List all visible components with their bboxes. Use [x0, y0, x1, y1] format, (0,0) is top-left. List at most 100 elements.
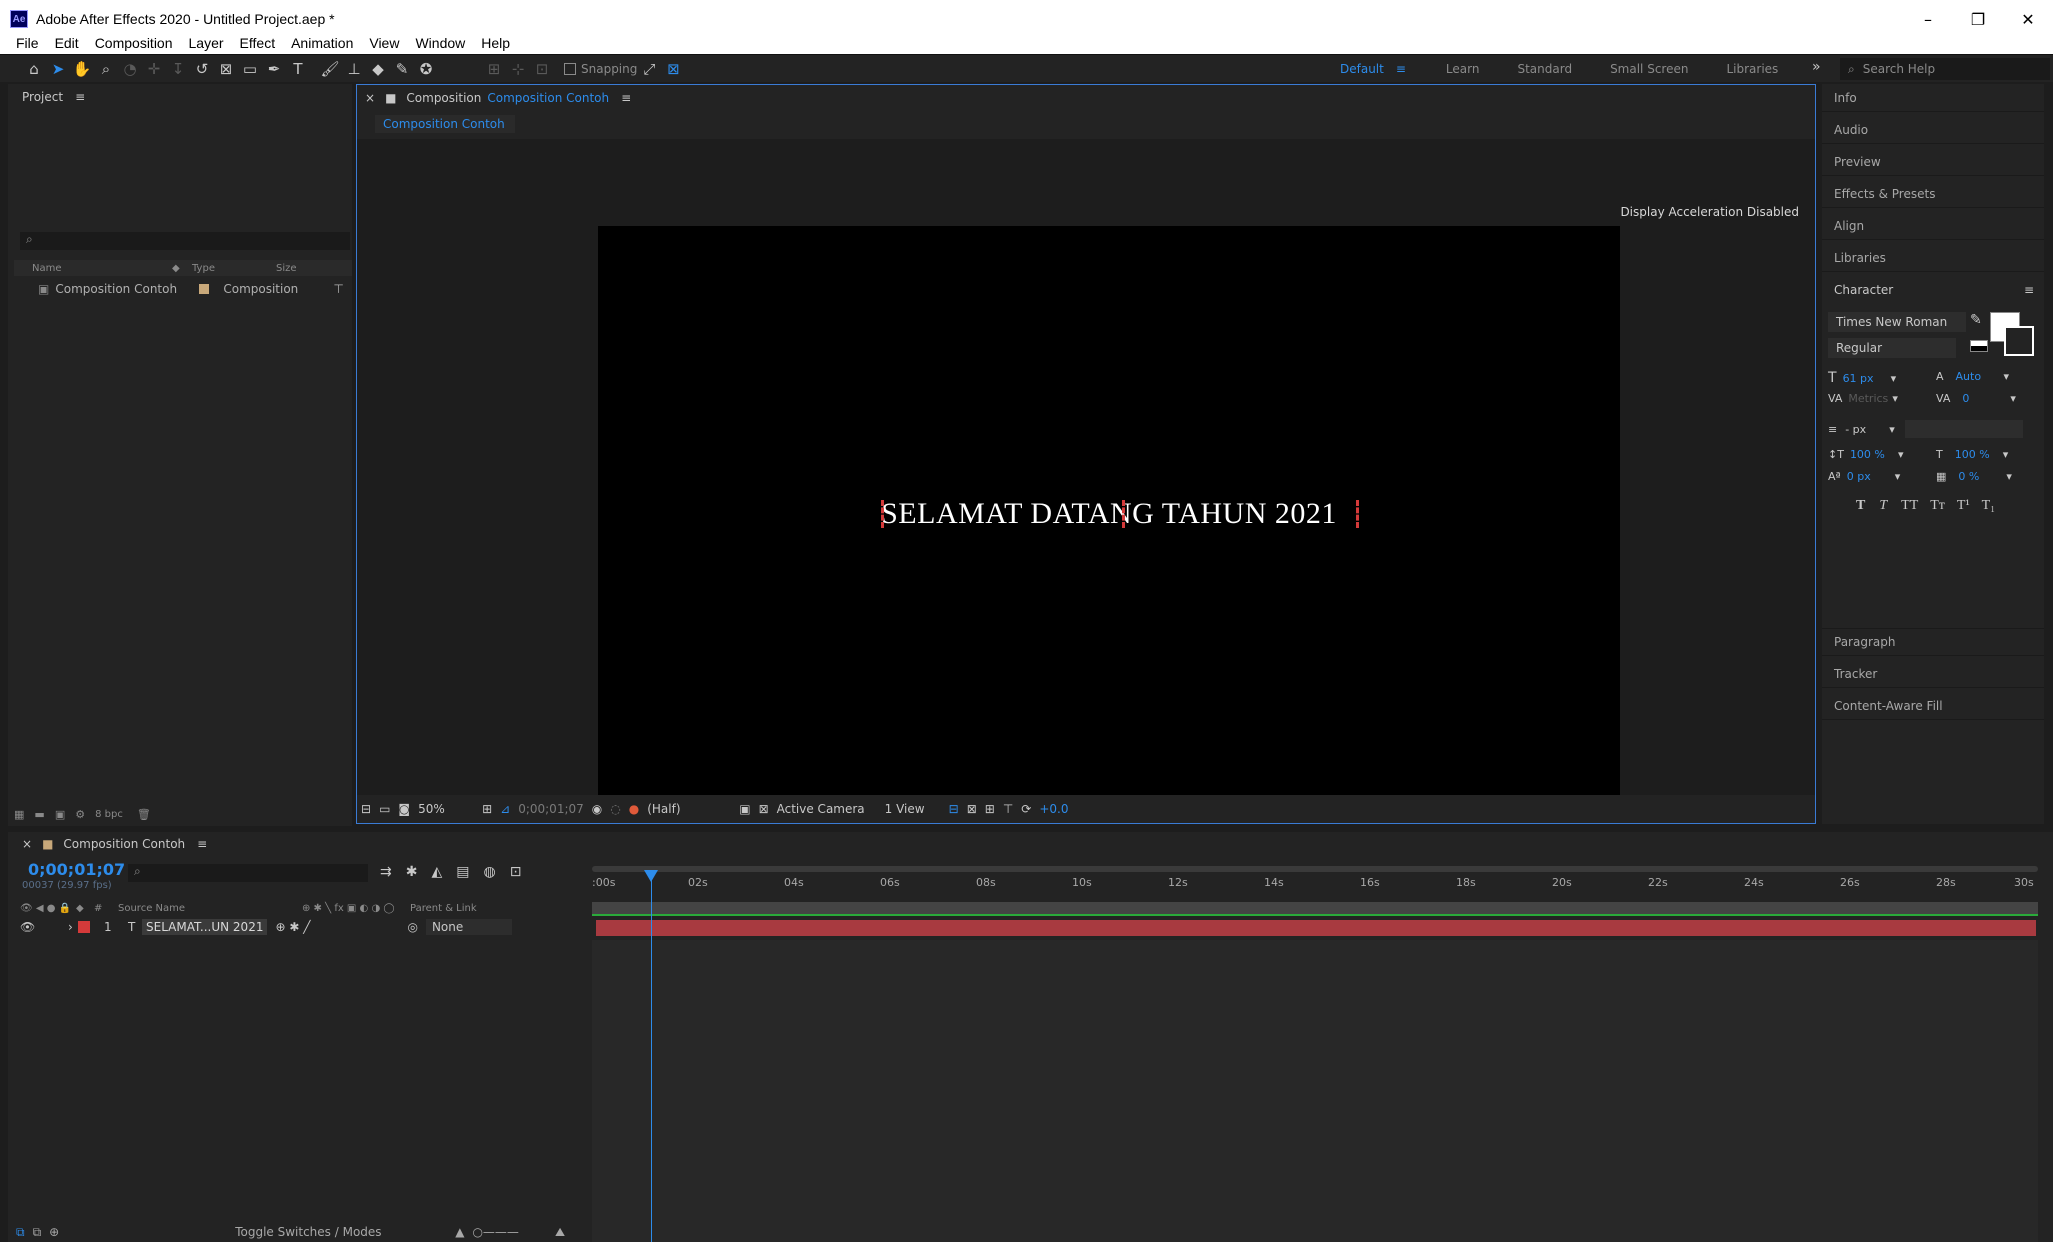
pan-camera-icon[interactable]: ✛ — [142, 57, 166, 81]
flowchart-icon[interactable]: ⊤ — [333, 282, 343, 296]
panel-character[interactable]: Character ≡ — [1822, 276, 2044, 304]
vr-icon[interactable]: ◙ — [398, 802, 410, 816]
rotation-tool-icon[interactable]: ↺ — [190, 57, 214, 81]
bit-depth-label[interactable]: 8 bpc — [95, 809, 123, 820]
layer-duration-bar[interactable] — [596, 920, 2036, 936]
tsume-value[interactable]: 0 % — [1958, 470, 2006, 483]
layer-visibility-icon[interactable]: 👁 — [20, 920, 68, 934]
eyedropper-icon[interactable]: ✎ — [1970, 312, 1982, 328]
zoom-out-icon[interactable]: ▲ — [455, 1225, 464, 1239]
dropdown-chevron-icon[interactable]: ▾ — [2006, 470, 2012, 483]
dropdown-chevron-icon[interactable]: ▾ — [1898, 448, 1904, 461]
superscript-button[interactable]: T¹ — [1957, 498, 1970, 514]
panel-content-aware-fill[interactable]: Content-Aware Fill — [1822, 692, 2044, 720]
resolution-dropdown[interactable]: (Half) — [647, 802, 731, 816]
new-composition-icon[interactable]: ▣ — [55, 808, 65, 821]
current-time-indicator-head[interactable] — [644, 870, 659, 882]
menu-file[interactable]: File — [16, 35, 39, 51]
panel-menu-icon[interactable]: ≡ — [75, 90, 85, 104]
graph-editor-icon[interactable]: ⊡ — [510, 864, 522, 880]
small-caps-button[interactable]: Tт — [1930, 498, 1945, 514]
menu-animation[interactable]: Animation — [291, 35, 353, 51]
menu-effect[interactable]: Effect — [240, 35, 276, 51]
workspace-libraries[interactable]: Libraries — [1726, 62, 1778, 76]
dropdown-chevron-icon[interactable]: ▾ — [2004, 370, 2010, 383]
panel-menu-icon[interactable]: ≡ — [2024, 283, 2034, 297]
clone-stamp-icon[interactable]: ⊥ — [342, 57, 366, 81]
parent-dropdown[interactable]: None — [425, 919, 512, 935]
type-tool-icon[interactable]: T — [286, 57, 310, 81]
dropdown-chevron-icon[interactable]: ▾ — [1892, 392, 1898, 405]
roto-brush-icon[interactable]: ✎ — [390, 57, 414, 81]
tracking-value[interactable]: 0 — [1962, 392, 2010, 405]
brush-tool-icon[interactable]: 🖌 — [318, 57, 342, 81]
current-time-indicator[interactable] — [651, 872, 653, 1242]
stroke-color-swatch[interactable] — [2004, 326, 2034, 356]
column-parent-link[interactable]: Parent & Link — [410, 903, 477, 914]
more-workspaces-icon[interactable]: » — [1812, 59, 1821, 75]
faux-italic-button[interactable]: T — [1879, 498, 1887, 514]
layer-name[interactable]: SELAMAT...UN 2021 — [142, 919, 268, 935]
timeline-graph-area[interactable]: :00s 02s 04s 06s 08s 10s 12s 14s 16s 18s 20s 22s 24s… — [588, 860, 2053, 1242]
panel-menu-icon[interactable]: ≡ — [621, 91, 631, 105]
panel-preview[interactable]: Preview — [1822, 148, 2044, 176]
font-family-dropdown[interactable]: Times New Roman — [1828, 312, 1966, 332]
work-area-bar[interactable] — [592, 902, 2038, 916]
snap-features-icon[interactable]: ⊠ — [661, 57, 685, 81]
pen-tool-icon[interactable]: ✒ — [262, 57, 286, 81]
expand-layer-icon[interactable]: › — [68, 920, 78, 934]
hand-tool-icon[interactable]: ✋ — [70, 57, 94, 81]
kerning-value[interactable]: Metrics — [1848, 392, 1892, 405]
dropdown-chevron-icon[interactable]: ▾ — [1895, 470, 1901, 483]
menu-layer[interactable]: Layer — [189, 35, 224, 51]
search-help-input[interactable]: ⌕ Search Help — [1840, 58, 2050, 80]
swap-black-white-icon[interactable] — [1970, 340, 1988, 352]
label-color-swatch[interactable] — [199, 284, 210, 294]
panel-menu-icon[interactable]: ≡ — [197, 837, 207, 851]
home-icon[interactable]: ⌂ — [22, 57, 46, 81]
channel-icon[interactable]: ● — [629, 802, 639, 816]
reset-exposure-icon[interactable]: ⟳ — [1021, 802, 1031, 816]
panel-audio[interactable]: Audio — [1822, 116, 2044, 144]
close-tab-icon[interactable]: × — [22, 837, 32, 851]
motion-blur-icon[interactable]: ◍ — [483, 864, 495, 880]
column-size[interactable]: Size — [276, 263, 297, 274]
faux-bold-button[interactable]: T — [1856, 498, 1865, 514]
interpret-footage-icon[interactable]: ▦ — [14, 808, 24, 821]
monitor-icon[interactable]: ▭ — [379, 802, 390, 816]
flowchart-view-icon[interactable]: ⊤ — [1003, 802, 1013, 816]
baseline-shift-value[interactable]: 0 px — [1847, 470, 1895, 483]
workspace-learn[interactable]: Learn — [1446, 62, 1480, 76]
pan-behind-icon[interactable]: ⊠ — [214, 57, 238, 81]
puppet-pin-icon[interactable]: ✪ — [414, 57, 438, 81]
dropdown-chevron-icon[interactable]: ▾ — [2010, 392, 2016, 405]
timeline-comp-name[interactable]: Composition Contoh — [63, 837, 185, 851]
composition-tab-name[interactable]: Composition Contoh — [487, 91, 609, 105]
selection-tool-icon[interactable]: ➤ — [46, 57, 70, 81]
panel-libraries[interactable]: Libraries — [1822, 244, 2044, 272]
column-source-name[interactable]: Source Name — [118, 903, 302, 914]
menu-edit[interactable]: Edit — [55, 35, 79, 51]
snap-edges-icon[interactable]: ⤢ — [637, 57, 661, 81]
expand-transfer-controls-icon[interactable]: ⧉ — [33, 1225, 42, 1240]
horizontal-scale-value[interactable]: 100 % — [1955, 448, 2003, 461]
snapping-toggle[interactable]: Snapping — [564, 62, 637, 76]
dropdown-chevron-icon[interactable]: ▾ — [2003, 448, 2009, 461]
leading-value[interactable]: Auto — [1956, 370, 2004, 383]
menu-help[interactable]: Help — [481, 35, 510, 51]
label-tag-icon[interactable]: ◆ — [76, 903, 94, 914]
vertical-scale-value[interactable]: 100 % — [1850, 448, 1898, 461]
zoom-in-icon[interactable]: ⛰ — [555, 1225, 565, 1240]
toggle-switches-modes[interactable]: Toggle Switches / Modes — [235, 1225, 441, 1239]
exposure-value[interactable]: +0.0 — [1039, 802, 1068, 816]
view-layout-dropdown[interactable]: 1 View — [885, 802, 941, 816]
always-preview-icon[interactable]: ⊟ — [361, 802, 371, 816]
show-snapshot-icon[interactable]: ◌ — [610, 802, 620, 816]
font-style-dropdown[interactable]: Regular — [1828, 338, 1956, 358]
dolly-camera-icon[interactable]: ↧ — [166, 57, 190, 81]
region-of-interest-icon[interactable]: ▣ — [739, 802, 750, 816]
composition-viewer[interactable]: Display Acceleration Disabled SELAMAT DA… — [357, 139, 1815, 802]
composition-canvas[interactable]: SELAMAT DATANG TAHUN 2021 — [598, 226, 1620, 802]
workspace-default[interactable]: Default — [1340, 62, 1384, 76]
timeline-layer-row[interactable]: 👁 › 1 T SELAMAT...UN 2021 ⊕ ✱ ╱ ◎ None — [14, 918, 586, 936]
